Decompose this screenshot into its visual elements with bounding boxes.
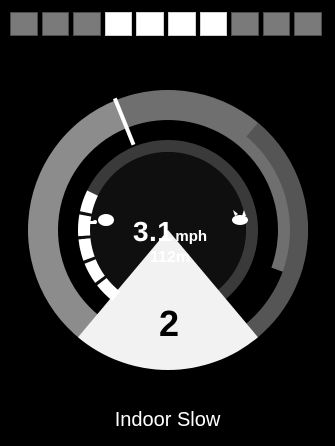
speed-readout: 3.1 mph 112m: [110, 218, 230, 266]
profile-number: 2: [158, 303, 180, 344]
speed-unit: mph: [175, 228, 208, 245]
speed-value: 3.1: [132, 216, 174, 247]
distance-value: 112m: [149, 249, 191, 266]
inner-segment: [78, 214, 92, 237]
display-screen: 3.1 mph 112m 2 Indoor Slow: [0, 0, 335, 446]
profile-name: Indoor Slow: [114, 409, 221, 431]
